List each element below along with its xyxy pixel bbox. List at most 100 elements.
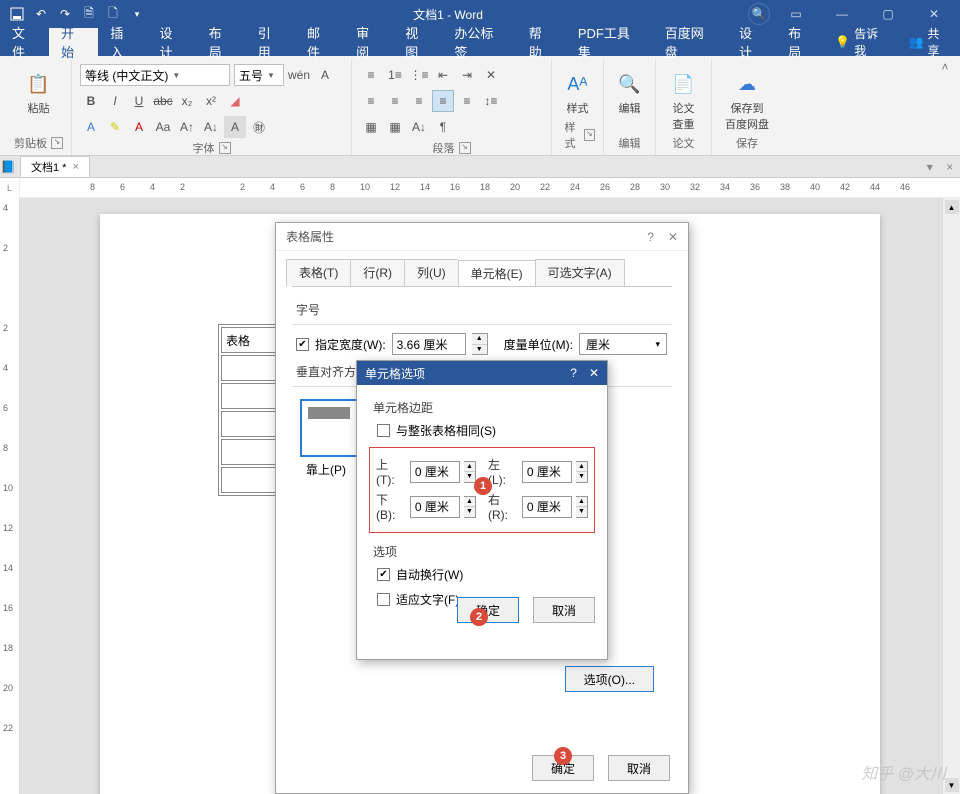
share-button[interactable]: 👥共享	[898, 28, 960, 56]
asian-layout-icon[interactable]: ✕	[480, 64, 502, 86]
maximize-icon[interactable]: ▢	[868, 4, 908, 24]
borders-icon[interactable]: ▦	[384, 116, 406, 138]
tab-file[interactable]: 文件	[0, 28, 49, 56]
show-marks-icon[interactable]: ¶	[432, 116, 454, 138]
font-name-combo[interactable]: 等线 (中文正文)▼	[80, 64, 230, 86]
tab-pdf[interactable]: PDF工具集	[566, 28, 653, 56]
close-icon[interactable]: ✕	[668, 230, 678, 244]
subscript-button[interactable]: x₂	[176, 90, 198, 112]
align-right-icon[interactable]: ≡	[408, 90, 430, 112]
new-icon[interactable]: 🗋	[102, 3, 124, 25]
save-icon[interactable]	[6, 3, 28, 25]
close-icon[interactable]: ✕	[589, 366, 599, 380]
tab-mailings[interactable]: 邮件	[295, 28, 344, 56]
tab-table-design[interactable]: 设计	[727, 28, 776, 56]
strike-button[interactable]: abc	[152, 90, 174, 112]
collapse-ribbon-icon[interactable]: ˄	[936, 60, 954, 155]
close-tab-icon[interactable]: ×	[72, 161, 78, 173]
superscript-button[interactable]: x²	[200, 90, 222, 112]
options-button[interactable]: 选项(O)...	[565, 666, 654, 692]
font-launcher-icon[interactable]: ↘	[219, 142, 231, 154]
tab-design[interactable]: 设计	[147, 28, 196, 56]
char-border-icon[interactable]: A	[314, 64, 336, 86]
valign-top-option[interactable]	[300, 399, 358, 457]
paste-button[interactable]: 📋粘贴	[18, 64, 60, 116]
underline-button[interactable]: U	[128, 90, 150, 112]
align-left-icon[interactable]: ≡	[360, 90, 382, 112]
style-launcher-icon[interactable]: ↘	[584, 129, 595, 141]
dlg1-tab-table[interactable]: 表格(T)	[286, 259, 350, 286]
vertical-ruler[interactable]: 42246810121416182022	[0, 198, 20, 794]
scroll-down-icon[interactable]: ▼	[945, 778, 959, 792]
highlight-icon[interactable]: ✎	[104, 116, 126, 138]
italic-button[interactable]: I	[104, 90, 126, 112]
preview-icon[interactable]: 🗎	[78, 3, 100, 25]
dlg2-cancel-button[interactable]: 取消	[533, 597, 595, 623]
grow-font-icon[interactable]: A↑	[176, 116, 198, 138]
font-color-icon[interactable]: A	[128, 116, 150, 138]
tab-review[interactable]: 审阅	[344, 28, 393, 56]
scroll-up-icon[interactable]: ▲	[945, 200, 959, 214]
input-margin-top[interactable]	[410, 461, 460, 483]
shrink-font-icon[interactable]: A↓	[200, 116, 222, 138]
chevron-down-icon[interactable]: ▾	[927, 160, 933, 174]
multilevel-icon[interactable]: ⋮≡	[408, 64, 430, 86]
undo-icon[interactable]: ↶	[30, 3, 52, 25]
chk-fit-text[interactable]	[377, 593, 390, 606]
input-margin-right[interactable]	[522, 496, 572, 518]
tab-office[interactable]: 办公标签	[442, 28, 516, 56]
spin-width[interactable]: ▲▼	[472, 333, 488, 355]
chk-preferred-width[interactable]: ✔	[296, 338, 309, 351]
tab-home[interactable]: 开始	[49, 28, 98, 56]
char-shading-icon[interactable]: A	[224, 116, 246, 138]
doc-tab[interactable]: 文档1 *×	[20, 156, 90, 177]
indent-dec-icon[interactable]: ⇤	[432, 64, 454, 86]
indent-inc-icon[interactable]: ⇥	[456, 64, 478, 86]
close-icon[interactable]: ✕	[914, 4, 954, 24]
numbering-icon[interactable]: 1≡	[384, 64, 406, 86]
tab-references[interactable]: 引用	[246, 28, 295, 56]
minimize-icon[interactable]: —	[822, 4, 862, 24]
spin-top[interactable]: ▲▼	[464, 461, 476, 483]
dlg1-tab-row[interactable]: 行(R)	[350, 259, 404, 286]
close-icon[interactable]: ×	[946, 160, 953, 174]
search-icon[interactable]: 🔍	[748, 3, 770, 25]
dlg1-cancel-button[interactable]: 取消	[608, 755, 670, 781]
vertical-scrollbar[interactable]: ▲ ▼	[942, 198, 960, 794]
select-measure-unit[interactable]: 厘米▾	[579, 333, 667, 355]
tab-view[interactable]: 视图	[393, 28, 442, 56]
distribute-icon[interactable]: ≡	[456, 90, 478, 112]
tab-table-layout[interactable]: 布局	[776, 28, 825, 56]
bullets-icon[interactable]: ≡	[360, 64, 382, 86]
dlg1-tab-cell[interactable]: 单元格(E)	[458, 260, 535, 287]
help-icon[interactable]: ?	[647, 230, 654, 244]
chk-same-as-table[interactable]	[377, 424, 390, 437]
tab-help[interactable]: 帮助	[517, 28, 566, 56]
sort-icon[interactable]: A↓	[408, 116, 430, 138]
tab-baidu[interactable]: 百度网盘	[653, 28, 727, 56]
spin-right[interactable]: ▲▼	[576, 496, 588, 518]
phonetic-icon[interactable]: wén	[288, 64, 310, 86]
justify-icon[interactable]: ≡	[432, 90, 454, 112]
enclose-char-icon[interactable]: ㊖	[248, 116, 270, 138]
font-size-combo[interactable]: 五号▼	[234, 64, 284, 86]
tell-me[interactable]: 💡告诉我	[825, 28, 898, 56]
clipboard-launcher-icon[interactable]: ↘	[51, 137, 63, 149]
help-icon[interactable]: ?	[570, 366, 577, 380]
bold-button[interactable]: B	[80, 90, 102, 112]
horizontal-ruler[interactable]: 8642246810121416182022242628303234363840…	[20, 178, 960, 198]
align-center-icon[interactable]: ≡	[384, 90, 406, 112]
dlg1-tab-alttext[interactable]: 可选文字(A)	[535, 259, 625, 286]
spin-bottom[interactable]: ▲▼	[464, 496, 476, 518]
dialog2-titlebar[interactable]: 单元格选项 ?✕	[357, 361, 607, 385]
dlg2-ok-button[interactable]: 确定	[457, 597, 519, 623]
para-launcher-icon[interactable]: ↘	[459, 142, 471, 154]
tab-insert[interactable]: 插入	[98, 28, 147, 56]
shading-icon[interactable]: ▦	[360, 116, 382, 138]
input-margin-bottom[interactable]	[410, 496, 460, 518]
change-case-icon[interactable]: Aa	[152, 116, 174, 138]
tab-layout[interactable]: 布局	[197, 28, 246, 56]
input-margin-left[interactable]	[522, 461, 572, 483]
chk-wrap-text[interactable]: ✔	[377, 568, 390, 581]
text-effects-icon[interactable]: A	[80, 116, 102, 138]
